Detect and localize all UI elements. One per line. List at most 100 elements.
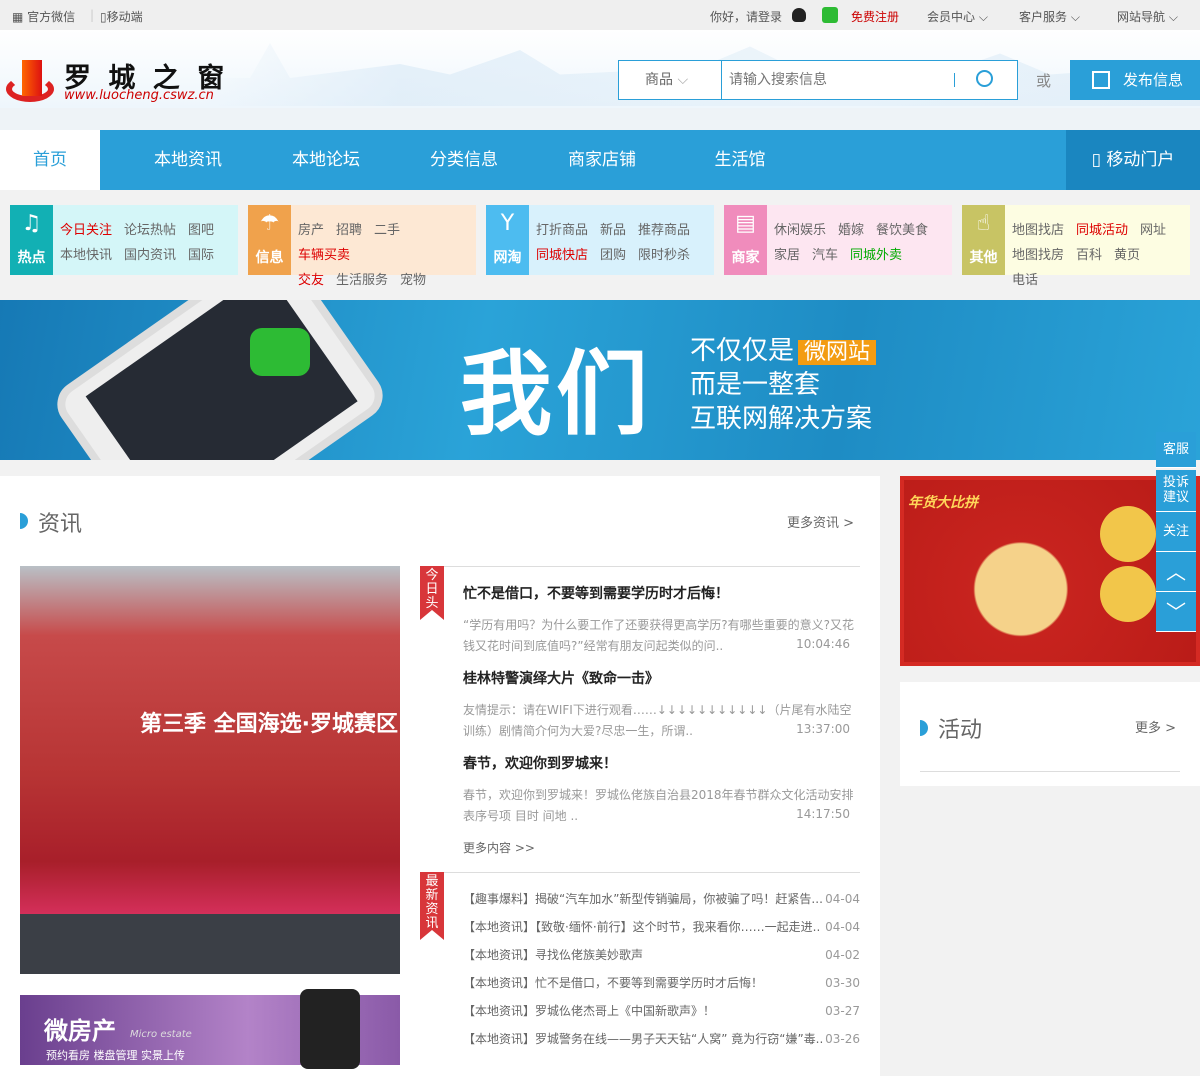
official-wechat-link[interactable]: ▦ 官方微信: [12, 8, 75, 25]
photo-caption-bar: [20, 914, 400, 974]
latest-news-item[interactable]: 【本地资讯】罗城警务在线——男子天天钻“人窝” 竟为行窃“嫌”毒.. 03-26: [463, 1025, 860, 1053]
new-year-ad[interactable]: 年货大比拼: [900, 476, 1200, 666]
ad-micro-estate[interactable]: 微房产 Micro estate 预约看房 楼盘管理 实景上传: [20, 989, 400, 1069]
ribbon-latest: 最新资讯: [420, 872, 444, 940]
scroll-up-icon[interactable]: ︿: [1156, 552, 1196, 592]
float-complaint[interactable]: 投诉建议: [1156, 470, 1196, 512]
tap-icon: ☝: [976, 211, 991, 236]
float-follow[interactable]: 关注: [1156, 512, 1196, 552]
wechat-logo-icon: [250, 328, 310, 376]
news-photo[interactable]: 第三季 全国海选·罗城赛区: [20, 566, 400, 914]
cat-link[interactable]: 汽车: [812, 248, 838, 263]
cat-link[interactable]: 百科: [1076, 248, 1102, 263]
top-bar: ▦ 官方微信 | ▯移动端 你好，请登录 免费注册 会员中心 ⌵ 客户服务 ⌵ …: [0, 0, 1200, 30]
cat-link[interactable]: 本地快讯: [60, 248, 112, 263]
banner-headline: 我们: [460, 341, 653, 448]
cat-link[interactable]: 图吧: [188, 223, 214, 238]
cat-link[interactable]: 车辆买卖: [298, 248, 350, 263]
cat-link[interactable]: 限时秒杀: [638, 248, 690, 263]
login-link[interactable]: 你好，请登录: [710, 8, 782, 25]
headline-item[interactable]: 忙不是借口，不要等到需要学历时才后悔！ “学历有用吗？为什么要工作了还要获得更高学…: [463, 583, 858, 657]
scroll-down-icon[interactable]: ﹀: [1156, 592, 1196, 632]
cat-link[interactable]: 推荐商品: [638, 223, 690, 238]
cat-link[interactable]: 地图找店: [1012, 223, 1064, 238]
cat-link[interactable]: 生活服务: [336, 273, 388, 288]
cat-link[interactable]: 婚嫁: [838, 223, 864, 238]
banner-line: 而是一整套: [690, 370, 821, 400]
activity-title: 活动: [938, 718, 983, 743]
bell-icon: ♫: [21, 211, 42, 236]
nav-local-forum[interactable]: 本地论坛: [276, 130, 376, 190]
cat-link[interactable]: 休闲娱乐: [774, 223, 826, 238]
headline-item[interactable]: 桂林特警演绎大片《致命一击》 友情提示：请在WIFI下进行观看……↓↓↓↓↓↓↓↓…: [463, 668, 858, 742]
nav-local-news[interactable]: 本地资讯: [138, 130, 238, 190]
search-icon[interactable]: [976, 70, 993, 87]
nav-home[interactable]: 首页: [0, 130, 100, 190]
nav-shops[interactable]: 商家店铺: [552, 130, 652, 190]
latest-news-item[interactable]: 【趣事爆料】揭破“汽车加水”新型传销骗局，你被骗了吗！赶紧告... 04-04: [463, 885, 860, 913]
main-nav: 首页 本地资讯 本地论坛 分类信息 商家店铺 生活馆 ▯ 移动门户: [0, 130, 1200, 190]
nav-classifieds[interactable]: 分类信息: [414, 130, 514, 190]
or-text: 或: [1036, 72, 1052, 90]
qq-icon[interactable]: [792, 8, 806, 22]
latest-news-item[interactable]: 【本地资讯】罗城仫佬杰哥上《中国新歌声》！ 03-27: [463, 997, 860, 1025]
cat-link[interactable]: 论坛热帖: [124, 223, 176, 238]
cat-link[interactable]: 二手: [374, 223, 400, 238]
search-box: 商品 ⌵: [618, 60, 1018, 100]
cat-link[interactable]: 家居: [774, 248, 800, 263]
edit-icon: [1092, 71, 1110, 89]
phone-image: [47, 300, 393, 460]
category-shopping: Y 网淘 打折商品 新品 推荐商品 同城快店 团购 限时秒杀: [486, 205, 714, 275]
register-link[interactable]: 免费注册: [851, 8, 899, 25]
cat-link[interactable]: 电话: [1012, 273, 1038, 288]
category-info: ☂ 信息 房产 招聘 二手车辆买卖 交友 生活服务 宠物: [248, 205, 476, 288]
category-hot: ♫ 热点 今日关注 论坛热帖 图吧 本地快讯 国内资讯 国际: [10, 205, 238, 275]
wechat-icon[interactable]: [822, 7, 838, 23]
latest-news-item[interactable]: 【本地资讯】寻找仫佬族美妙歌声 04-02: [463, 941, 860, 969]
search-category-select[interactable]: 商品 ⌵: [619, 61, 722, 99]
publish-button[interactable]: 发布信息: [1070, 60, 1200, 100]
cat-link[interactable]: 房产: [298, 223, 324, 238]
cocktail-icon: Y: [500, 211, 515, 236]
cat-link[interactable]: 招聘: [336, 223, 362, 238]
header-band: [0, 108, 1200, 130]
nav-mobile-portal[interactable]: ▯ 移动门户: [1066, 130, 1200, 190]
logo-url: www.luocheng.cswz.cn: [64, 88, 214, 103]
latest-news-item[interactable]: 【本地资讯】忙不是借口，不要等到需要学历时才后悔！ 03-30: [463, 969, 860, 997]
cat-link[interactable]: 黄页: [1114, 248, 1140, 263]
cat-link[interactable]: 团购: [600, 248, 626, 263]
logo-icon[interactable]: [4, 58, 56, 104]
banner-line: 互联网解决方案: [690, 404, 873, 434]
cat-link[interactable]: 宠物: [400, 273, 426, 288]
cat-link[interactable]: 网址: [1140, 223, 1166, 238]
cat-link[interactable]: 同城快店: [536, 248, 588, 263]
more-activity-link[interactable]: 更多 >: [1135, 717, 1176, 736]
document-icon: ▤: [735, 211, 756, 236]
headline-item[interactable]: 春节，欢迎你到罗城来！ 春节，欢迎你到罗城来！罗城仫佬族自治县2018年春节群众文…: [463, 753, 858, 827]
cat-link[interactable]: 今日关注: [60, 223, 112, 238]
more-content-link[interactable]: 更多内容 >>: [463, 839, 535, 856]
member-center-menu[interactable]: 会员中心 ⌵: [927, 8, 988, 25]
promo-banner[interactable]: 我们 不仅仅是 微网站 而是一整套 互联网解决方案: [0, 300, 1200, 460]
cat-link[interactable]: 国内资讯: [124, 248, 176, 263]
customer-service-menu[interactable]: 客户服务 ⌵: [1019, 8, 1080, 25]
cat-link[interactable]: 同城活动: [1076, 223, 1128, 238]
mobile-link[interactable]: ▯移动端: [100, 8, 143, 25]
category-merchants: ▤ 商家 休闲娱乐 婚嫁 餐饮美食 家居 汽车 同城外卖: [724, 205, 952, 275]
more-news-link[interactable]: 更多资讯 >: [787, 512, 854, 531]
cat-link[interactable]: 餐饮美食: [876, 223, 928, 238]
cat-link[interactable]: 新品: [600, 223, 626, 238]
cat-link[interactable]: 地图找房: [1012, 248, 1064, 263]
umbrella-icon: ☂: [259, 211, 280, 236]
float-customer-service[interactable]: 客服: [1156, 432, 1196, 468]
activity-panel: 活动 更多 >: [900, 682, 1200, 786]
cat-link[interactable]: 交友: [298, 273, 324, 288]
cat-link[interactable]: 同城外卖: [850, 248, 902, 263]
cat-link[interactable]: 国际: [188, 248, 214, 263]
nav-life[interactable]: 生活馆: [690, 130, 790, 190]
latest-news-item[interactable]: 【本地资讯】【致敬·缅怀·前行】这个时节，我来看你……一起走进.. 04-04: [463, 913, 860, 941]
site-nav-menu[interactable]: 网站导航 ⌵: [1117, 8, 1178, 25]
news-title: 资讯: [38, 512, 83, 537]
search-input[interactable]: [729, 65, 949, 95]
cat-link[interactable]: 打折商品: [536, 223, 588, 238]
